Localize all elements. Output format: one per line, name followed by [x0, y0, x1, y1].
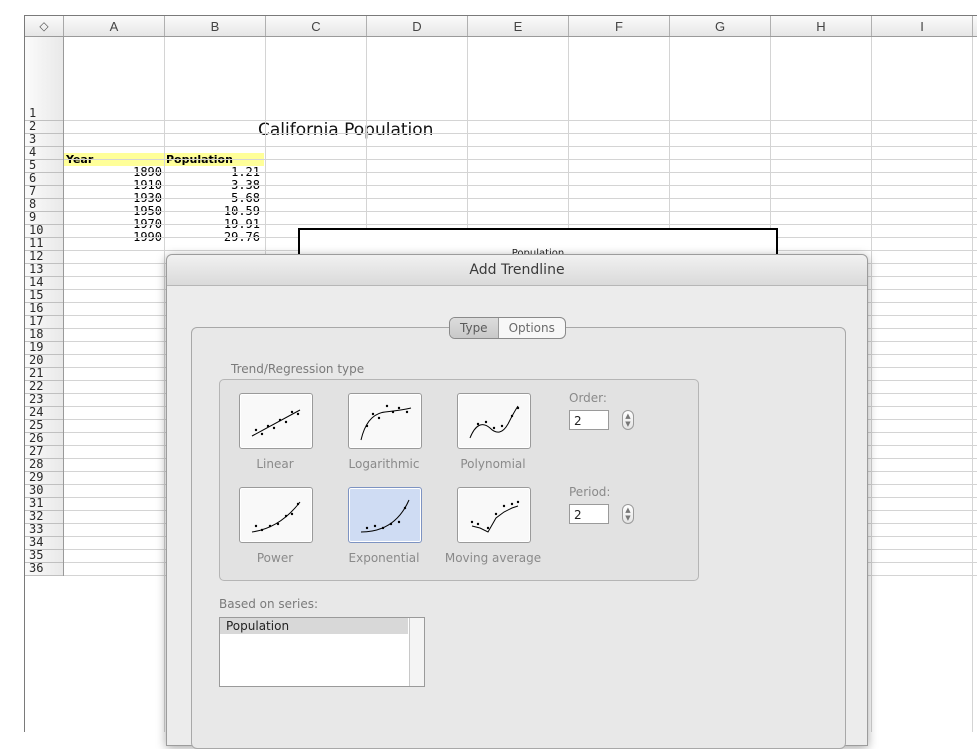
- series-scrollbar[interactable]: [409, 618, 424, 686]
- row-header-1[interactable]: 1: [25, 37, 63, 121]
- row-gridline: [64, 224, 977, 225]
- column-gridline: [871, 37, 872, 732]
- chevron-down-icon: ▼: [625, 514, 631, 522]
- sheet-title[interactable]: California Population: [258, 120, 433, 140]
- tab-type[interactable]: Type: [450, 318, 499, 338]
- series-item-population[interactable]: Population: [220, 618, 408, 634]
- column-gridline: [972, 37, 973, 732]
- exponential-label: Exponential: [348, 551, 420, 565]
- select-all-arrows-icon[interactable]: ◇: [25, 16, 64, 36]
- moving-average-label: Moving average: [444, 551, 542, 565]
- row-gridline: [64, 211, 977, 212]
- column-header-i[interactable]: I: [872, 16, 973, 36]
- tab-options[interactable]: Options: [499, 318, 565, 338]
- column-header-b[interactable]: B: [165, 16, 266, 36]
- row-header-36[interactable]: 36: [25, 562, 63, 576]
- dialog-title: Add Trendline: [167, 255, 867, 286]
- column-gridline: [164, 37, 165, 732]
- moving-average-trend-icon: [470, 500, 520, 533]
- row-gridline: [64, 146, 977, 147]
- column-header-h[interactable]: H: [771, 16, 872, 36]
- linear-label: Linear: [256, 457, 294, 471]
- logarithmic-trend-button[interactable]: [348, 393, 422, 449]
- period-field[interactable]: 2: [569, 504, 609, 524]
- polynomial-label: Polynomial: [460, 457, 526, 471]
- chevron-down-icon: ▼: [625, 420, 631, 428]
- row-gridline: [64, 133, 977, 134]
- logarithmic-trend-icon: [360, 404, 412, 441]
- period-label: Period:: [569, 485, 611, 499]
- add-trendline-dialog: Add Trendline Type Options Trend/Regress…: [166, 254, 868, 749]
- power-trend-button[interactable]: [239, 487, 313, 543]
- column-header-g[interactable]: G: [670, 16, 771, 36]
- row-header-bar: 1 2 3 4 5 6 7 8 9 10 11 12 13 14 15 16 17 18 19 20 21 22 23 24 2…: [25, 37, 64, 576]
- column-header-d[interactable]: D: [367, 16, 468, 36]
- column-header-f[interactable]: F: [569, 16, 670, 36]
- column-header-bar: ◇ A B C D E F G H I: [25, 16, 977, 37]
- row-gridline: [64, 172, 977, 173]
- exponential-trend-button[interactable]: [348, 487, 422, 543]
- row-gridline: [64, 159, 977, 160]
- column-header-c[interactable]: C: [266, 16, 367, 36]
- tab-bar: Type Options: [449, 317, 566, 339]
- order-label: Order:: [569, 391, 607, 405]
- polynomial-trend-button[interactable]: [457, 393, 531, 449]
- row-gridline: [64, 120, 977, 121]
- order-field[interactable]: 2: [569, 410, 609, 430]
- order-stepper[interactable]: ▲ ▼: [622, 410, 634, 430]
- row-gridline: [64, 185, 977, 186]
- chevron-up-icon: ▲: [625, 412, 631, 420]
- linear-trend-icon: [251, 409, 301, 437]
- row-gridline: [64, 198, 977, 199]
- moving-average-trend-button[interactable]: [457, 487, 531, 543]
- exponential-trend-icon: [360, 499, 410, 533]
- power-label: Power: [256, 551, 294, 565]
- logarithmic-label: Logarithmic: [348, 457, 420, 471]
- polynomial-trend-icon: [469, 405, 520, 439]
- column-header-a[interactable]: A: [64, 16, 165, 36]
- series-list[interactable]: Population: [219, 617, 425, 687]
- based-on-series-label: Based on series:: [219, 597, 318, 611]
- trend-type-group-label: Trend/Regression type: [231, 362, 365, 376]
- chevron-up-icon: ▲: [625, 506, 631, 514]
- linear-trend-button[interactable]: [239, 393, 313, 449]
- power-trend-icon: [251, 501, 301, 533]
- column-header-e[interactable]: E: [468, 16, 569, 36]
- period-stepper[interactable]: ▲ ▼: [622, 504, 634, 524]
